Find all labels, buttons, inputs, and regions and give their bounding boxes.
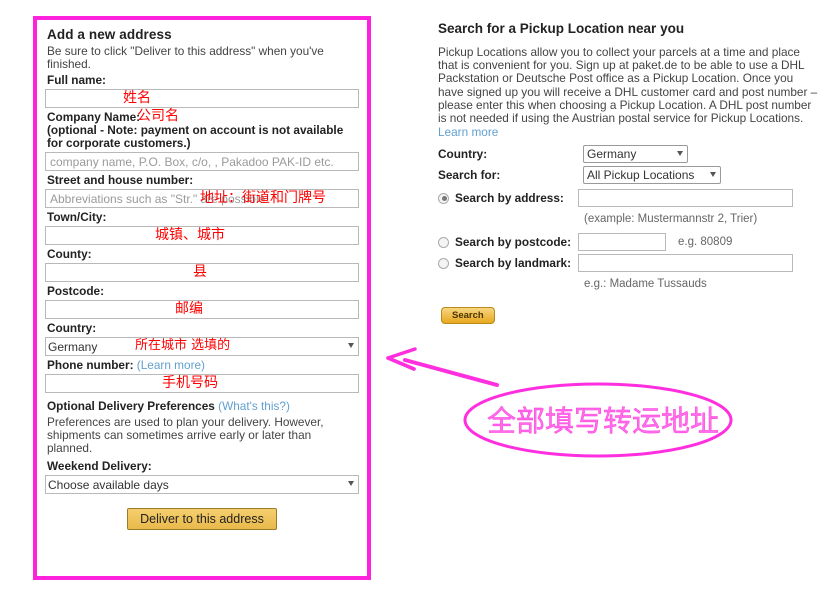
- search-by-landmark-example-row: e.g.: Madame Tussauds: [438, 275, 820, 293]
- form-subtitle: Be sure to click "Deliver to this addres…: [47, 44, 324, 71]
- delivery-prefs-text: Preferences are used to plan your delive…: [47, 415, 324, 455]
- pickup-learn-more-link[interactable]: Learn more: [438, 125, 820, 139]
- company-name-label: Company Name: 公司名 (optional - Note: paym…: [47, 108, 359, 150]
- deliver-to-this-address-button[interactable]: Deliver to this address: [127, 508, 277, 530]
- search-by-address-label: Search by address:: [455, 191, 564, 206]
- street-label: Street and house number:: [47, 173, 194, 187]
- phone-label: Phone number: (Learn more): [47, 359, 359, 372]
- search-by-postcode-example: e.g. 80809: [678, 236, 733, 249]
- street-field-wrap: 地址：街道和门牌号: [45, 189, 359, 208]
- search-by-landmark-example: e.g.: Madame Tussauds: [584, 278, 707, 291]
- radio-search-by-postcode[interactable]: [438, 236, 449, 248]
- pickup-search-for-label: Search for:: [438, 168, 501, 183]
- search-by-landmark-input[interactable]: [578, 254, 793, 273]
- search-by-postcode-label: Search by postcode:: [455, 235, 572, 250]
- phone-field-wrap: 手机号码: [45, 374, 359, 393]
- county-field-wrap: 县: [45, 263, 359, 282]
- search-by-landmark-label: Search by landmark:: [455, 256, 572, 271]
- search-button[interactable]: Search: [441, 307, 495, 325]
- search-by-address-example: (example: Mustermannstr 2, Trier): [584, 213, 758, 226]
- annotation-ellipse-text: 全部填写转运地址: [487, 404, 720, 438]
- town-city-label: Town/City:: [47, 210, 107, 224]
- pickup-search-for-select[interactable]: All Pickup Locations: [583, 166, 721, 185]
- search-by-address-input[interactable]: [578, 189, 793, 208]
- search-by-postcode-input[interactable]: [578, 233, 666, 252]
- delivery-prefs-label: Optional Delivery Preferences (What's th…: [47, 400, 359, 413]
- search-by-address-row: Search by address:: [438, 189, 820, 208]
- postcode-field-wrap: 邮编: [45, 300, 359, 319]
- company-name-input[interactable]: [45, 152, 359, 171]
- postcode-label: Postcode:: [47, 284, 105, 298]
- company-name-note: (optional - Note: payment on account is …: [47, 123, 344, 150]
- pickup-search-for-select-wrap: All Pickup Locations: [583, 166, 721, 185]
- arrow-shaft: [403, 358, 499, 387]
- town-city-field-wrap: 城镇、城市: [45, 226, 359, 245]
- phone-label-text: Phone number:: [47, 358, 134, 372]
- pickup-search-for-row: Search for: All Pickup Locations: [438, 166, 820, 185]
- delivery-prefs-label-text: Optional Delivery Preferences: [47, 399, 215, 413]
- search-by-address-example-row: (example: Mustermannstr 2, Trier): [438, 210, 820, 228]
- pickup-country-label: Country:: [438, 147, 488, 162]
- pickup-country-row: Country: Germany: [438, 145, 820, 164]
- company-name-label-text: Company Name:: [47, 110, 141, 124]
- pickup-location-panel: Search for a Pickup Location near you Pi…: [438, 21, 820, 325]
- arrow-head-icon: [386, 347, 417, 371]
- street-input[interactable]: [45, 189, 359, 208]
- county-input[interactable]: [45, 263, 359, 282]
- whats-this-link[interactable]: (What's this?): [218, 399, 290, 413]
- company-name-field-wrap: [45, 152, 359, 171]
- full-name-field-wrap: 姓名: [45, 89, 359, 108]
- pickup-country-select[interactable]: Germany: [583, 145, 688, 164]
- pickup-description: Pickup Locations allow you to collect yo…: [438, 45, 818, 126]
- phone-learn-more-link[interactable]: (Learn more): [137, 358, 205, 372]
- postcode-input[interactable]: [45, 300, 359, 319]
- add-address-panel: Add a new address Be sure to click "Deli…: [33, 16, 371, 580]
- company-name-annotation: 公司名: [137, 108, 179, 124]
- radio-search-by-landmark[interactable]: [438, 257, 449, 269]
- page-title: Add a new address: [47, 27, 172, 42]
- search-by-postcode-row: Search by postcode: e.g. 80809: [438, 233, 820, 252]
- full-name-label: Full name:: [47, 73, 106, 87]
- country-select-wrap: Germany 所在城市 选填的: [45, 337, 359, 356]
- full-name-input[interactable]: [45, 89, 359, 108]
- arrow-head-edge: [386, 356, 416, 371]
- town-city-input[interactable]: [45, 226, 359, 245]
- phone-input[interactable]: [45, 374, 359, 393]
- pickup-country-select-wrap: Germany: [583, 145, 688, 164]
- weekend-delivery-label: Weekend Delivery:: [47, 459, 152, 473]
- radio-search-by-address[interactable]: [438, 192, 449, 204]
- weekend-delivery-select-wrap: Choose available days: [45, 475, 359, 494]
- weekend-delivery-select[interactable]: Choose available days: [45, 475, 359, 494]
- country-label: Country:: [47, 321, 97, 335]
- county-label: County:: [47, 247, 92, 261]
- search-by-landmark-row: Search by landmark:: [438, 254, 820, 273]
- page-root: Add a new address Be sure to click "Deli…: [0, 0, 835, 591]
- country-select[interactable]: Germany: [45, 337, 359, 356]
- pickup-title: Search for a Pickup Location near you: [438, 21, 685, 36]
